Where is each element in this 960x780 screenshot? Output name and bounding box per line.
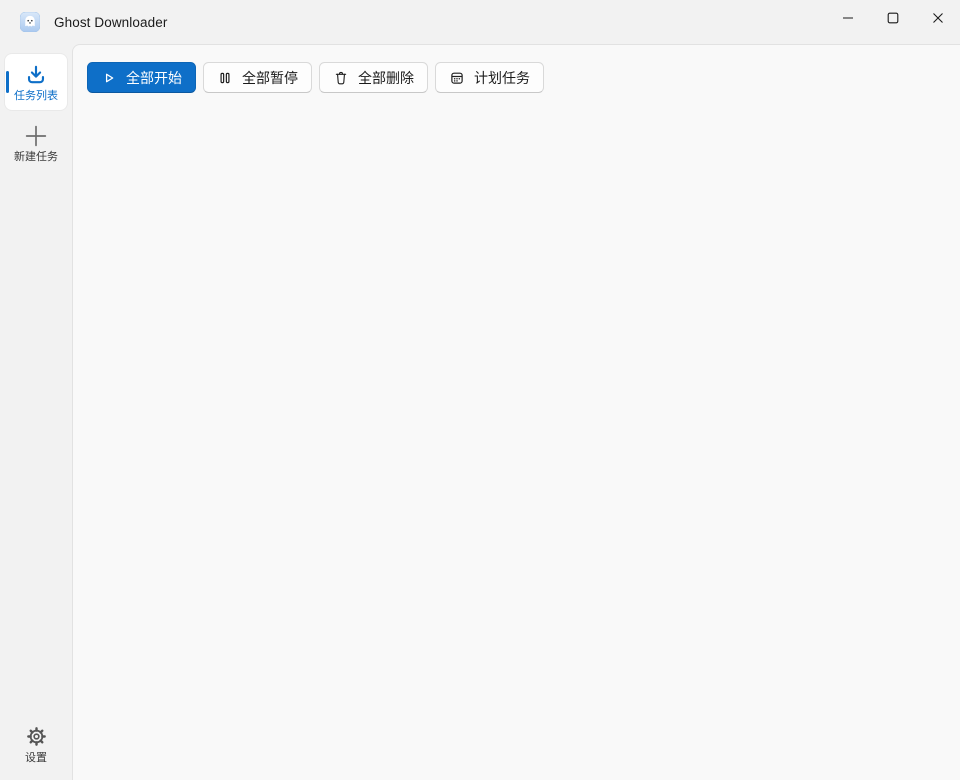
task-list-empty-area <box>73 107 960 780</box>
maximize-button[interactable] <box>870 0 915 36</box>
sidebar-item-settings[interactable]: 设置 <box>5 716 67 772</box>
button-label: 全部删除 <box>358 68 414 88</box>
maximize-icon <box>887 12 899 24</box>
trash-icon <box>333 70 349 86</box>
sidebar-item-label: 任务列表 <box>14 90 58 103</box>
sidebar-item-label: 设置 <box>25 752 47 765</box>
scheduled-tasks-button[interactable]: 计划任务 <box>435 62 544 93</box>
play-icon <box>101 70 117 86</box>
titlebar: Ghost Downloader <box>0 0 960 44</box>
app-window: Ghost Downloader <box>0 0 960 780</box>
pause-all-button[interactable]: 全部暂停 <box>203 62 312 93</box>
button-label: 全部开始 <box>126 68 182 88</box>
start-all-button[interactable]: 全部开始 <box>87 62 196 93</box>
minimize-button[interactable] <box>825 0 870 36</box>
button-label: 全部暂停 <box>242 68 298 88</box>
pause-icon <box>217 70 233 86</box>
sidebar-item-task-list[interactable]: 任务列表 <box>5 54 67 110</box>
sidebar-item-label: 新建任务 <box>14 151 58 164</box>
minimize-icon <box>842 12 854 24</box>
window-title: Ghost Downloader <box>54 15 167 30</box>
sidebar-item-new-task[interactable]: 新建任务 <box>5 115 67 171</box>
download-icon <box>23 62 49 88</box>
ghost-app-icon <box>20 12 40 32</box>
button-label: 计划任务 <box>474 68 530 88</box>
plus-icon <box>23 123 49 149</box>
close-icon <box>932 12 944 24</box>
delete-all-button[interactable]: 全部删除 <box>319 62 428 93</box>
window-controls <box>825 0 960 36</box>
sidebar: 任务列表 新建任务 <box>0 44 72 780</box>
toolbar: 全部开始 全部暂停 <box>73 45 960 93</box>
gear-icon <box>23 724 49 750</box>
main-panel: 全部开始 全部暂停 <box>72 44 960 780</box>
selection-indicator <box>6 71 10 93</box>
calendar-icon <box>449 70 465 86</box>
close-button[interactable] <box>915 0 960 36</box>
